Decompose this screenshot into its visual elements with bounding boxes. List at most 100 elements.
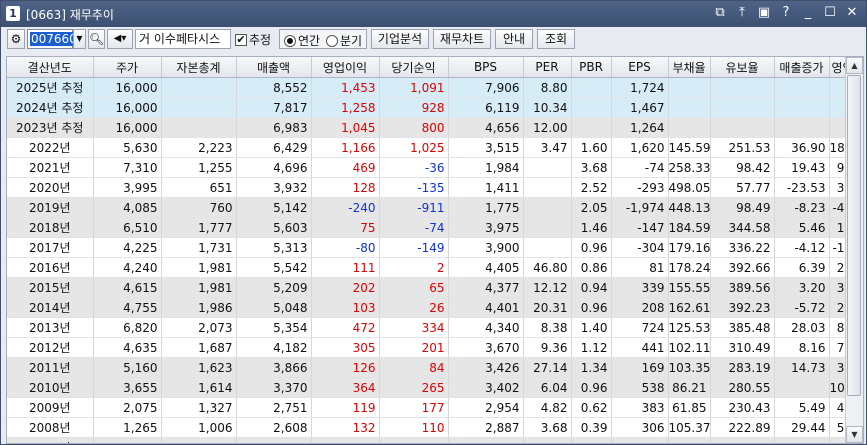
table-cell: 305 [311,337,380,358]
table-row[interactable]: 2022년 5,630 2,223 6,429 1,166 1,025 3,515 3.47 1… [7,137,863,158]
code-dropdown-button[interactable]: ▼ [73,29,86,49]
header-eps[interactable]: EPS [611,57,669,78]
table-cell: 1,255 [161,157,237,178]
scroll-thumb[interactable] [847,75,861,396]
table-cell: 8.80 [523,77,572,98]
speaker-button[interactable]: ◀▾ [107,29,133,49]
table-row[interactable]: 2019년 4,085 760 5,142 -240 -911 1,775 2.05 -1,97… [7,197,863,218]
table-row[interactable]: 2013년 6,820 2,073 5,354 472 334 4,340 8.38 1.40 7… [7,317,863,338]
table-cell: 364 [311,377,380,398]
table-row[interactable]: 2015년 4,615 1,981 5,209 202 65 4,377 12.12 0.94 3… [7,277,863,298]
radio-annual[interactable]: 연간 [284,32,320,50]
table-cell: 5,209 [236,277,312,298]
table-row[interactable]: 2020년 3,995 651 3,932 128 -135 1,411 2.52 -293 49… [7,177,863,198]
guide-button[interactable]: 안내 [495,29,533,49]
table-cell: 2009년 [7,397,94,418]
table-row[interactable]: 2025년 추정 16,000 8,552 1,453 1,091 7,906 8.80 1,… [7,77,863,98]
header-debt-ratio[interactable]: 부채율 [668,57,711,78]
table-cell: 6,429 [236,137,312,158]
table-cell: 155.55 [668,277,711,298]
stock-name-field[interactable]: 거 이수페타시스 [135,29,231,49]
table-cell: 202 [311,277,380,298]
table-cell: 448.13 [668,197,711,218]
table-cell: 2012년 [7,337,94,358]
table-cell: 105.37 [668,417,711,438]
screenshot-icon[interactable]: ▣ [756,5,772,21]
table-cell: 1,045 [311,117,380,138]
scroll-down-icon[interactable]: ▼ [846,426,863,443]
query-button[interactable]: 조회 [537,29,575,49]
header-pbr[interactable]: PBR [571,57,612,78]
radio-quarter[interactable]: 분기 [326,32,362,50]
stock-code-input[interactable]: 007660 [27,29,78,49]
table-row[interactable]: 2014년 4,755 1,986 5,048 103 26 4,401 20.31 0.96 2… [7,297,863,318]
table-cell: -74 [379,217,449,238]
table-row[interactable]: 2008년 1,265 1,006 2,608 132 110 2,887 3.68 0.39 3… [7,417,863,438]
header-per[interactable]: PER [523,57,572,78]
table-cell: 2007년 [7,437,94,443]
minimize-icon[interactable]: _ [800,5,816,21]
table-cell: 1,777 [161,217,237,238]
table-row[interactable]: 2024년 추정 16,000 7,817 1,258 928 6,119 10.34 1,4… [7,97,863,118]
header-bps[interactable]: BPS [448,57,524,78]
close-icon[interactable]: ✕ [844,5,860,21]
table-row[interactable]: 2016년 4,240 1,981 5,542 111 2 4,405 46.80 0.86 81… [7,257,863,278]
header-operating-profit[interactable]: 영업이익 [311,57,380,78]
header-net-income[interactable]: 당기순익 [379,57,449,78]
table-cell: 2,644 [448,437,524,443]
table-cell: -5.72 [774,297,830,318]
table-cell: 57.77 [710,177,775,198]
link-icon[interactable]: ⧉ [712,5,728,21]
table-cell [710,77,775,98]
table-cell: 336.22 [710,237,775,258]
financial-chart-button[interactable]: 재무차트 [433,29,491,49]
table-row[interactable]: 2007년1,3559072,0159-72,644 0.46-21112.421… [7,437,863,443]
table-cell: 3,975 [448,217,524,238]
table-row[interactable]: 2011년 5,160 1,623 3,866 126 84 3,426 27.14 1.34 1… [7,357,863,378]
estimate-label: 추정 [249,33,272,47]
estimate-checkbox[interactable]: ✔ 추정 [235,31,271,48]
table-row[interactable]: 2018년 6,510 1,777 5,603 75 -74 3,975 1.46 -147 18… [7,217,863,238]
table-cell: 145.59 [668,137,711,158]
header-year[interactable]: 결산년도 [7,57,94,78]
financial-table: 결산년도 주가 자본총계 매출액 영업이익 당기순익 BPS PER PBR E… [7,57,863,443]
table-cell [571,97,612,118]
scroll-up-icon[interactable]: ▲ [846,57,863,74]
table-cell: 1,411 [448,177,524,198]
header-equity[interactable]: 자본총계 [161,57,237,78]
settings-gear-button[interactable]: ⚙ [7,29,25,49]
table-cell: 3,995 [93,177,162,198]
header-reserve-ratio[interactable]: 유보율 [710,57,775,78]
company-analysis-button[interactable]: 기업분석 [371,29,429,49]
table-row[interactable]: 2023년 추정 16,000 6,983 1,045 800 4,656 12.00 1,2… [7,117,863,138]
table-row[interactable]: 2010년 3,655 1,614 3,370 364 265 3,402 6.04 0.96 5… [7,377,863,398]
table-cell: -7 [379,437,449,443]
table-cell: 2,015 [236,437,312,443]
table-cell: 1,614 [161,377,237,398]
vertical-scrollbar[interactable]: ▲ ▼ [845,57,863,443]
table-cell: 19.43 [774,157,830,178]
table-cell: 119 [311,397,380,418]
table-cell [523,177,572,198]
table-row[interactable]: 2021년 7,310 1,255 4,696 469 -36 1,984 3.68 -74 25… [7,157,863,178]
header-price[interactable]: 주가 [93,57,162,78]
table-cell: 195.71 [710,437,775,443]
help-icon[interactable]: ? [778,5,794,21]
check-icon: ✔ [235,32,247,46]
table-row[interactable]: 2012년 4,635 1,687 4,182 305 201 3,670 9.36 1.12 4… [7,337,863,358]
search-button[interactable]: 🔍︎ [88,29,105,49]
header-revenue-growth[interactable]: 매출증가 [774,57,830,78]
table-cell: 86.21 [668,377,711,398]
title-bar[interactable]: 1 [0663] 재무추이 ⧉ ⤒ ▣ ? _ ☐ ✕ [1,1,866,27]
table-cell: 4,225 [93,237,162,258]
table-cell: 0.96 [571,297,612,318]
table-row[interactable]: 2009년 2,075 1,327 2,751 119 177 2,954 4.82 0.62 3… [7,397,863,418]
table-cell [710,117,775,138]
table-cell: 0.46 [571,437,612,443]
table-cell: 1,687 [161,337,237,358]
table-cell: 2,608 [236,417,312,438]
header-revenue[interactable]: 매출액 [236,57,312,78]
maximize-icon[interactable]: ☐ [822,5,838,21]
table-row[interactable]: 2017년 4,225 1,731 5,313 -80 -149 3,900 0.96 -304… [7,237,863,258]
pin-icon[interactable]: ⤒ [734,5,750,21]
